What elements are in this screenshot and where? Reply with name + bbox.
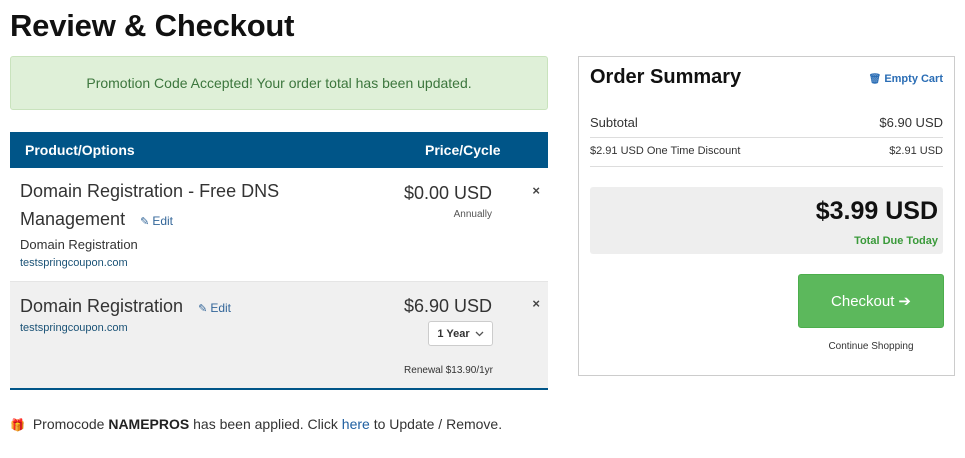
total-amount: $3.99 USD [815, 197, 938, 225]
item-type: Domain Registration [20, 237, 138, 252]
discount-value: $2.91 USD [889, 145, 943, 157]
term-selected: 1 Year [437, 327, 470, 340]
summary-title: Order Summary [590, 66, 742, 88]
close-icon: × [532, 183, 540, 198]
pencil-icon: ✎ [198, 303, 208, 315]
subtotal-value: $6.90 USD [879, 115, 943, 130]
checkout-button[interactable]: Checkout ➔ [798, 274, 944, 328]
promo-middle: has been applied. Click [193, 416, 338, 432]
item-name-line1: Domain Registration - Free DNS [20, 181, 280, 201]
promo-code: NAMEPROS [108, 416, 190, 432]
cart-item: Domain Registration ✎ Edit testspringcoup… [10, 282, 548, 390]
edit-label: Edit [210, 301, 231, 315]
item-name-text: Domain Registration [20, 296, 184, 316]
empty-cart-link[interactable]: 🗑 Empty Cart [869, 73, 943, 85]
alert-text: Promotion Code Accepted! Your order tota… [86, 75, 472, 91]
pencil-icon: ✎ [140, 216, 150, 228]
promo-prefix: Promocode [32, 416, 105, 432]
edit-label: Edit [152, 214, 173, 228]
order-summary: Order Summary 🗑 Empty Cart Subtotal $6.90… [578, 56, 955, 376]
remove-item-button[interactable]: × [532, 183, 540, 198]
continue-shopping-link[interactable]: Continue Shopping [798, 341, 944, 352]
item-price: $6.90 USD [403, 296, 492, 316]
discount-label: $2.91 USD One Time Discount [590, 145, 741, 157]
renewal-price: Renewal $13.90/1yr [404, 365, 493, 376]
arrow-right-icon: ➔ [898, 293, 911, 310]
item-domain: testspringcoupon.com [20, 322, 128, 334]
promo-status: 🎁 Promocode NAMEPROS has been applied. C… [10, 416, 502, 432]
cart-item: Domain Registration - Free DNS Managemen… [10, 168, 548, 282]
edit-link[interactable]: ✎ Edit [140, 214, 173, 228]
edit-link[interactable]: ✎ Edit [198, 301, 231, 315]
update-promo-link[interactable]: here [342, 416, 370, 432]
item-name: Domain Registration - Free DNS Managemen… [20, 177, 279, 236]
trash-icon: 🗑 [868, 74, 882, 85]
close-icon: × [532, 296, 540, 311]
cart-table-header: Product/Options Price/Cycle [10, 132, 548, 168]
empty-cart-label: Empty Cart [884, 73, 943, 85]
remove-item-button[interactable]: × [532, 296, 540, 311]
item-cycle: Annually [453, 209, 492, 220]
subtotal-row: Subtotal $6.90 USD [590, 107, 943, 138]
total-box: $3.99 USD Total Due Today [590, 187, 943, 254]
total-due-label: Total Due Today [854, 235, 938, 247]
subtotal-label: Subtotal [590, 115, 638, 130]
promo-suffix: to Update / Remove. [373, 416, 503, 432]
discount-row: $2.91 USD One Time Discount $2.91 USD [590, 138, 943, 167]
item-name-line2: Management [20, 209, 126, 229]
cart-table: Product/Options Price/Cycle Domain Regis… [10, 132, 548, 390]
item-price: $0.00 USD [403, 183, 492, 203]
checkout-label: Checkout [831, 292, 895, 310]
chevron-down-icon [475, 328, 484, 340]
item-name: Domain Registration ✎ Edit [20, 292, 231, 323]
promo-success-alert: Promotion Code Accepted! Your order tota… [10, 56, 548, 110]
billing-term-select[interactable]: 1 Year [428, 321, 493, 346]
header-price-cycle: Price/Cycle [425, 142, 501, 158]
page-title: Review & Checkout [10, 8, 295, 43]
gift-icon: 🎁 [10, 418, 25, 432]
item-domain: testspringcoupon.com [20, 257, 128, 269]
header-product-options: Product/Options [25, 142, 135, 158]
